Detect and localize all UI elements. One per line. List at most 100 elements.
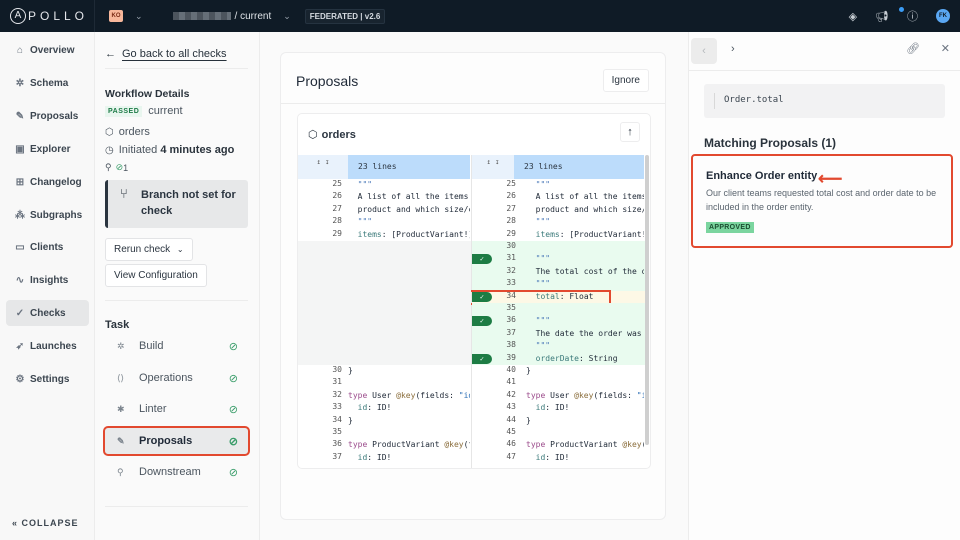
federation-badge: FEDERATED | v2.6 <box>304 8 386 24</box>
sidebar-item-settings[interactable]: ⚙ Settings <box>6 366 89 392</box>
apollo-logo[interactable]: A POLLO <box>0 0 95 32</box>
code-line: id: ID! <box>357 452 392 462</box>
line-number: 44 <box>506 414 516 424</box>
launches-icon: ➶ <box>15 340 25 352</box>
org-chevron-down-icon[interactable]: ⌄ <box>135 11 143 22</box>
top-bar: A POLLO KO ⌄ / current ⌄ FEDERATED | v2.6… <box>0 0 960 32</box>
link-icon[interactable]: 🔗︎ <box>906 42 920 55</box>
code-line: type User @key(fields: "id <box>348 390 470 400</box>
divider <box>105 300 248 301</box>
line-number: 25 <box>506 179 516 188</box>
check-circle-icon: ⊘ <box>115 162 124 172</box>
line-number: 28 <box>506 216 516 226</box>
chevron-left-icon: ‹ <box>702 45 706 57</box>
sidebar-item-subgraphs[interactable]: ⁂ Subgraphs <box>6 202 89 228</box>
build-icon: ✲ <box>117 340 125 351</box>
clock-icon: ◷ <box>105 144 114 156</box>
code-line: items: [ProductVariant!] <box>535 229 644 239</box>
task-item-downstream[interactable]: ⚲ Downstream ⊘ <box>105 459 248 485</box>
megaphone-icon[interactable]: 📢︎ <box>875 10 889 23</box>
checks-icon: ✓ <box>15 307 25 319</box>
divider <box>105 68 248 69</box>
sidebar-item-checks[interactable]: ✓ Checks <box>6 300 89 326</box>
changelog-icon: ⊞ <box>15 176 25 188</box>
line-number: 41 <box>506 377 516 387</box>
divider <box>689 70 960 71</box>
linter-icon: ✱ <box>117 403 125 414</box>
close-icon[interactable]: ✕ <box>941 42 950 55</box>
status-badge: PASSED <box>105 105 143 117</box>
line-number: 29 <box>332 228 342 238</box>
code-line: type ProductVariant @key(f <box>348 440 470 450</box>
help-icon[interactable]: ⓘ <box>907 8 918 24</box>
check-icon[interactable]: ✓ <box>472 316 492 327</box>
ignore-button[interactable]: Ignore <box>602 69 649 92</box>
code-line: items: [ProductVariant!] <box>357 229 470 239</box>
line-number: 36 <box>506 315 516 325</box>
org-avatar[interactable]: KO <box>109 10 123 22</box>
code-line: } <box>526 415 531 425</box>
proposal-card[interactable]: Enhance Order entity ⟵ Our client teams … <box>691 154 953 248</box>
back-link[interactable]: ← Go back to all checks <box>105 48 227 60</box>
task-item-proposals[interactable]: ✎ Proposals ⊘ <box>103 426 250 456</box>
code-line: The date the order was m <box>526 328 644 338</box>
line-number: 36 <box>332 439 342 449</box>
graph-name-redacted[interactable] <box>172 12 231 20</box>
main-content: Proposals Ignore ⬡ orders ↑ ↥ ↧ 23 lines ↥ … <box>260 32 688 540</box>
proposals-card: Proposals Ignore ⬡ orders ↑ ↥ ↧ 23 lines ↥ … <box>280 52 666 520</box>
code-line: A list of all the items <box>526 192 644 202</box>
matching-proposals-title: Matching Proposals (1) <box>704 136 837 150</box>
sidebar-item-clients[interactable]: ▭ Clients <box>6 234 89 260</box>
expand-hunk-button[interactable]: ↥ ↧ <box>298 155 348 179</box>
sidebar-item-schema[interactable]: ✲ Schema <box>6 70 89 96</box>
schema-coordinate: Order.total <box>704 84 945 118</box>
line-number: 30 <box>506 241 516 250</box>
sidebar-item-overview[interactable]: ⌂ Overview <box>6 37 89 63</box>
line-number: 27 <box>506 203 516 213</box>
workflow-title: Workflow Details <box>105 88 190 100</box>
view-configuration-button[interactable]: View Configuration <box>105 264 207 287</box>
code-line: id: ID! <box>357 403 392 413</box>
code-line: type User @key(fields: "id <box>526 390 644 400</box>
subgraph-diff-card: ⬡ orders ↑ ↥ ↧ 23 lines ↥ ↧ 23 lines 25 """ 26… <box>297 113 651 469</box>
variant-name: current <box>148 105 183 117</box>
code-line: id: ID! <box>535 403 570 413</box>
user-avatar[interactable]: FK <box>936 9 950 23</box>
line-number: 26 <box>506 191 516 201</box>
sidebar-item-changelog[interactable]: ⊞ Changelog <box>6 169 89 195</box>
sidebar-item-explorer[interactable]: ▣ Explorer <box>6 136 89 162</box>
scrollbar[interactable] <box>645 155 649 445</box>
check-details-panel: ← Go back to all checks Workflow Details … <box>95 32 260 540</box>
next-button[interactable]: › <box>731 43 735 55</box>
chevron-down-icon: ⌄ <box>176 245 184 254</box>
line-number: 45 <box>506 427 516 436</box>
task-item-build[interactable]: ✲ Build ⊘ <box>105 333 248 359</box>
layers-icon[interactable]: ◈ <box>849 10 857 23</box>
sidebar-item-insights[interactable]: ∿ Insights <box>6 267 89 293</box>
code-line: product and which size/c <box>348 204 470 214</box>
rerun-check-button[interactable]: Rerun check ⌄ <box>105 238 193 261</box>
sidebar-item-proposals[interactable]: ✎ Proposals <box>6 103 89 129</box>
previous-button[interactable]: ‹ <box>691 38 717 64</box>
check-circle-icon: ⊘ <box>228 372 238 385</box>
task-item-operations[interactable]: ⟨⟩ Operations ⊘ <box>105 365 248 391</box>
scroll-up-button[interactable]: ↑ <box>620 122 640 142</box>
task-item-linter[interactable]: ✱ Linter ⊘ <box>105 396 248 422</box>
proposal-status-badge: APPROVED <box>706 222 754 233</box>
variant-chevron-down-icon[interactable]: ⌄ <box>283 11 291 22</box>
line-number: 25 <box>332 179 342 188</box>
sidebar-item-launches[interactable]: ➶ Launches <box>6 333 89 359</box>
graph-variant[interactable]: / current <box>235 11 272 22</box>
line-number: 37 <box>506 327 516 337</box>
check-icon[interactable]: ✓ <box>472 254 492 265</box>
expand-hunk-button[interactable]: ↥ ↧ <box>472 155 514 179</box>
schema-diff: ↥ ↧ 23 lines ↥ ↧ 23 lines 25 """ 26 A list of… <box>298 155 650 468</box>
check-icon[interactable]: ✓ <box>472 353 492 364</box>
clients-icon: ▭ <box>15 241 25 253</box>
collapse-button[interactable]: « COLLAPSE <box>12 518 79 528</box>
arrow-left-icon: ⟵ <box>818 169 843 188</box>
line-number: 30 <box>332 365 342 374</box>
